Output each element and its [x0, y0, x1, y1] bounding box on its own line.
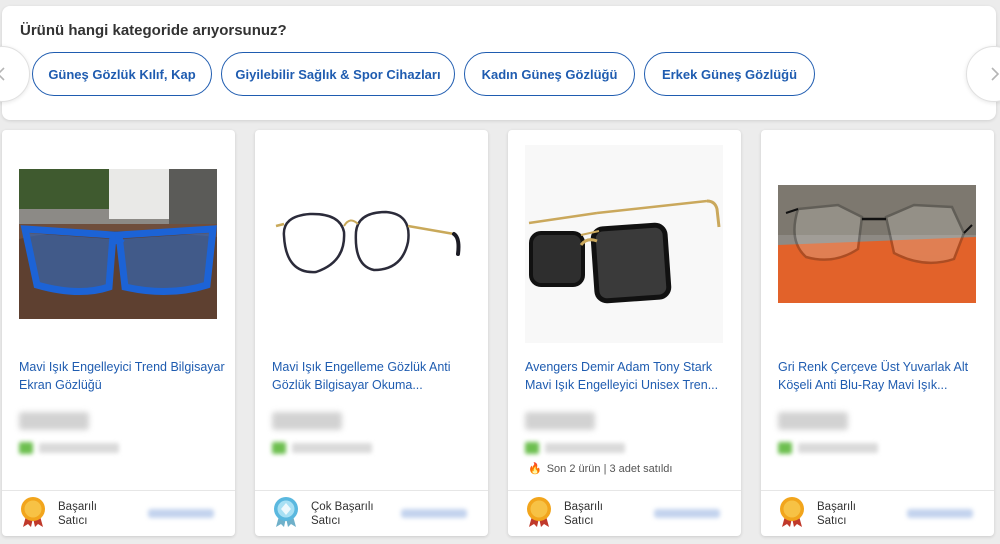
- card-divider: [761, 490, 994, 491]
- seller-rating-label: Başarılı Satıcı: [817, 501, 856, 527]
- seller-link-blurred[interactable]: [401, 509, 467, 518]
- product-name-link[interactable]: Mavi Işık Engelleme Gözlük Anti Gözlük B…: [272, 358, 478, 394]
- product-name-link[interactable]: Avengers Demir Adam Tony Stark Mavi Işık…: [525, 358, 731, 394]
- shipping-info-blurred: [19, 442, 119, 454]
- gold-medal-icon: [780, 497, 804, 527]
- seller-rating-label: Başarılı Satıcı: [58, 501, 97, 527]
- product-name-link[interactable]: Gri Renk Çerçeve Üst Yuvarlak Alt Köşeli…: [778, 358, 984, 394]
- price-blurred: [272, 412, 342, 430]
- stock-note: 🔥 Son 2 ürün | 3 adet satıldı: [528, 462, 673, 476]
- product-image[interactable]: [524, 144, 724, 344]
- category-panel-title: Ürünü hangi kategoride arıyorsunuz?: [20, 22, 287, 39]
- card-divider: [255, 490, 488, 491]
- seller-rating-label: Çok Başarılı Satıcı: [311, 501, 374, 527]
- price-blurred: [525, 412, 595, 430]
- product-name-link[interactable]: Mavi Işık Engelleyici Trend Bilgisayar E…: [19, 358, 225, 394]
- product-image[interactable]: [271, 144, 471, 344]
- shipping-info-blurred: [778, 442, 878, 454]
- carousel-prev-button[interactable]: [0, 46, 30, 102]
- chevron-left-icon: [0, 67, 5, 81]
- round-metal-glasses-photo: [272, 184, 470, 304]
- product-image[interactable]: [777, 144, 977, 344]
- flame-icon: 🔥: [528, 463, 542, 475]
- gold-medal-icon: [527, 497, 551, 527]
- product-card[interactable]: Mavi Işık Engelleme Gözlük Anti Gözlük B…: [255, 130, 488, 536]
- category-panel: Ürünü hangi kategoride arıyorsunuz? Güne…: [0, 6, 1000, 120]
- square-sunglasses-photo: [525, 145, 723, 343]
- geometric-glasses-photo: [778, 185, 976, 303]
- chevron-right-icon: [991, 67, 1000, 81]
- gold-medal-icon: [21, 497, 45, 527]
- seller-rating-label: Başarılı Satıcı: [564, 501, 603, 527]
- category-chip-giyilebilir-saglik[interactable]: Giyilebilir Sağlık & Spor Cihazları: [221, 52, 455, 96]
- shipping-info-blurred: [272, 442, 372, 454]
- seller-link-blurred[interactable]: [148, 509, 214, 518]
- carousel-next-button[interactable]: [966, 46, 1000, 102]
- seller-link-blurred[interactable]: [907, 509, 973, 518]
- category-chip-kadin-gunes-gozlugu[interactable]: Kadın Güneş Gözlüğü: [464, 52, 635, 96]
- product-card[interactable]: Mavi Işık Engelleyici Trend Bilgisayar E…: [2, 130, 235, 536]
- diamond-medal-icon: [274, 497, 298, 527]
- price-blurred: [778, 412, 848, 430]
- seller-link-blurred[interactable]: [654, 509, 720, 518]
- product-image[interactable]: [18, 144, 218, 344]
- blue-frame-glasses-photo: [19, 169, 217, 319]
- category-chip-gunes-gozluk-kilif[interactable]: Güneş Gözlük Kılıf, Kap: [32, 52, 212, 96]
- card-divider: [508, 490, 741, 491]
- price-blurred: [19, 412, 89, 430]
- card-divider: [2, 490, 235, 491]
- category-chip-erkek-gunes-gozlugu[interactable]: Erkek Güneş Gözlüğü: [644, 52, 815, 96]
- shipping-info-blurred: [525, 442, 625, 454]
- product-card[interactable]: Gri Renk Çerçeve Üst Yuvarlak Alt Köşeli…: [761, 130, 994, 536]
- product-card[interactable]: Avengers Demir Adam Tony Stark Mavi Işık…: [508, 130, 741, 536]
